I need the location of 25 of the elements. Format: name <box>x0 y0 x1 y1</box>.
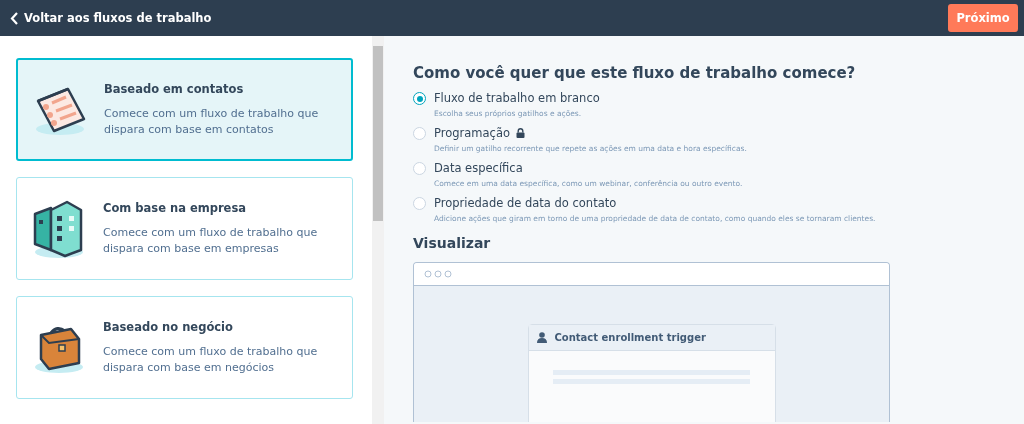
card-description: Comece com um fluxo de trabalho que dispara com base em contatos <box>104 105 320 138</box>
trigger-title: Contact enrollment trigger <box>554 332 706 343</box>
template-card[interactable]: Com base na empresa Comece com um fluxo de trabalho que dispara com base em empresas <box>16 177 353 280</box>
option-label: Propriedade de data do contato <box>434 196 617 210</box>
radio-button[interactable] <box>413 162 426 175</box>
option-label: Data específica <box>434 161 523 175</box>
card-description: Comece com um fluxo de trabalho que dispara com base em negócios <box>103 343 319 376</box>
question-heading: Como você quer que este fluxo de trabalho comece? <box>413 64 857 82</box>
back-link[interactable]: Voltar aos fluxos de trabalho <box>10 11 212 25</box>
person-icon <box>536 332 547 343</box>
card-title: Baseado no negócio <box>103 319 234 334</box>
card-title: Com base na empresa <box>103 200 247 215</box>
chevron-left-icon <box>10 11 19 25</box>
option-label: Fluxo de trabalho em branco <box>434 91 600 105</box>
preview-heading: Visualizar <box>413 235 492 251</box>
window-dots-icon <box>424 270 452 278</box>
template-card[interactable]: Baseado no negócio Comece com um fluxo de trabalho que dispara com base em negócios <box>16 296 353 399</box>
option-label: Programação <box>434 126 510 140</box>
radio-button[interactable] <box>413 92 426 105</box>
scrollbar-thumb[interactable] <box>373 46 383 221</box>
radio-button[interactable] <box>413 197 426 210</box>
card-title: Baseado em contatos <box>104 81 245 96</box>
template-card[interactable]: Baseado em contatos Comece com um fluxo de trabalho que dispara com base em contatos <box>16 58 353 161</box>
card-description: Comece com um fluxo de trabalho que dispara com base em empresas <box>103 224 319 257</box>
radio-button[interactable] <box>413 127 426 140</box>
